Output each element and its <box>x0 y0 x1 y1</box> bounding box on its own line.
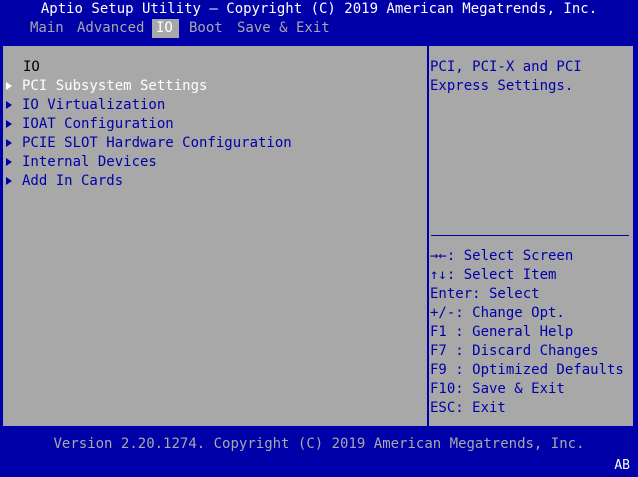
key-hint-optimized-defaults: F9 : Optimized Defaults <box>430 362 624 378</box>
tab-io[interactable]: IO <box>152 19 179 38</box>
tab-advanced[interactable]: Advanced <box>73 19 148 38</box>
key-hint-save-exit: F10: Save & Exit <box>430 381 565 397</box>
tab-main[interactable]: Main <box>26 19 68 38</box>
help-divider <box>431 235 629 236</box>
key-hint-change-opt: +/-: Change Opt. <box>430 305 565 321</box>
triangle-right-icon <box>6 139 12 147</box>
key-hint-general-help: F1 : General Help <box>430 324 574 340</box>
menu-item-label: PCI Subsystem Settings <box>22 78 208 94</box>
menu-item-io-virtualization[interactable]: IO Virtualization <box>3 96 165 115</box>
tab-boot[interactable]: Boot <box>185 19 227 38</box>
help-description: PCI, PCI-X and PCI Express Settings. <box>430 58 626 96</box>
status-badge: AB <box>614 458 630 473</box>
menu-item-internal-devices[interactable]: Internal Devices <box>3 153 157 172</box>
key-hint-select-item: ↑↓: Select Item <box>430 267 557 283</box>
key-hint-exit: ESC: Exit <box>430 400 506 416</box>
menu-bar: Main Advanced IO Boot Save & Exit <box>0 19 638 38</box>
key-legend: →←: Select Screen ↑↓: Select Item Enter:… <box>430 247 624 418</box>
triangle-right-icon <box>6 82 12 90</box>
menu-item-pcie-slot-hardware-configuration[interactable]: PCIE SLOT Hardware Configuration <box>3 134 292 153</box>
menu-item-ioat-configuration[interactable]: IOAT Configuration <box>3 115 174 134</box>
menu-item-pci-subsystem-settings[interactable]: PCI Subsystem Settings <box>3 77 207 96</box>
menu-item-label: Add In Cards <box>22 173 124 189</box>
page-title: IO <box>23 59 40 75</box>
key-hint-enter: Enter: Select <box>430 286 540 302</box>
menu-item-label: IOAT Configuration <box>22 116 174 132</box>
triangle-right-icon <box>6 158 12 166</box>
menu-item-label: Internal Devices <box>22 154 157 170</box>
window-title: Aptio Setup Utility – Copyright (C) 2019… <box>40 1 598 17</box>
version-footer: Version 2.20.1274. Copyright (C) 2019 Am… <box>53 436 585 452</box>
menu-item-label: PCIE SLOT Hardware Configuration <box>22 135 292 151</box>
setup-panel: IO PCI Subsystem Settings IO Virtualizat… <box>2 45 634 427</box>
key-hint-select-screen: →←: Select Screen <box>430 248 574 264</box>
help-line: PCI, PCI-X and PCI <box>430 59 582 75</box>
menu-item-add-in-cards[interactable]: Add In Cards <box>3 172 123 191</box>
triangle-right-icon <box>6 177 12 185</box>
tab-save-exit[interactable]: Save & Exit <box>233 19 334 38</box>
help-line: Express Settings. <box>430 78 574 94</box>
key-hint-discard-changes: F7 : Discard Changes <box>430 343 599 359</box>
triangle-right-icon <box>6 120 12 128</box>
settings-menu-list: PCI Subsystem Settings IO Virtualization… <box>3 77 292 191</box>
triangle-right-icon <box>6 101 12 109</box>
panel-divider-vertical <box>427 46 429 426</box>
menu-item-label: IO Virtualization <box>22 97 166 113</box>
